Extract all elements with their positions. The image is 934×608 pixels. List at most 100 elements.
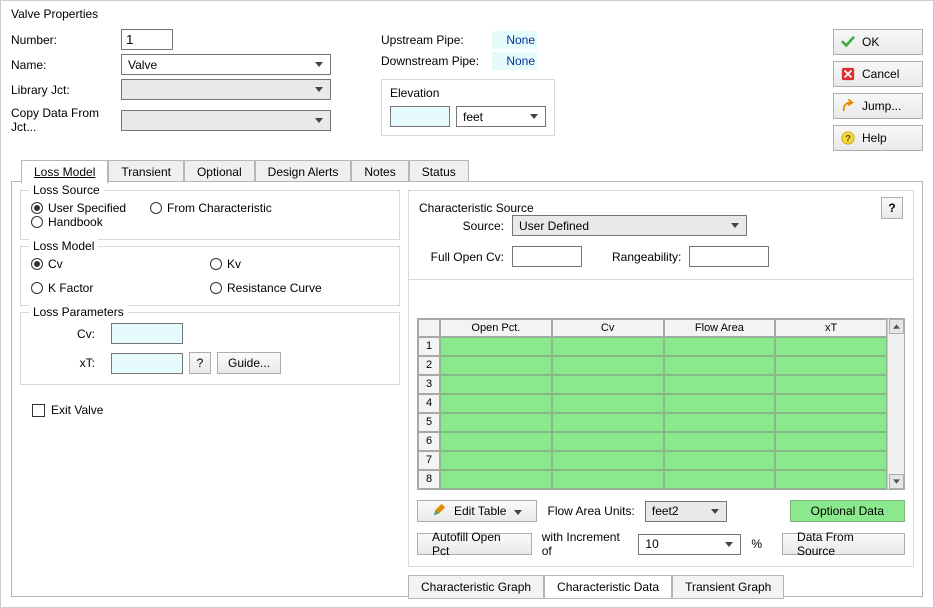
xt-input[interactable]	[111, 353, 183, 374]
source-combo[interactable]: User Defined	[512, 215, 747, 236]
radio-icon	[31, 216, 43, 228]
table-cell[interactable]	[440, 432, 552, 451]
scroll-up-icon[interactable]	[889, 319, 904, 334]
elevation-unit-text: feet	[463, 110, 483, 124]
table-cell[interactable]	[552, 375, 664, 394]
table-cell[interactable]	[775, 375, 887, 394]
radio-from-characteristic[interactable]: From Characteristic	[150, 201, 272, 215]
table-cell[interactable]	[440, 375, 552, 394]
radio-cv[interactable]: Cv	[31, 257, 186, 271]
row-header[interactable]: 8	[418, 470, 440, 489]
row-header[interactable]: 4	[418, 394, 440, 413]
table-cell[interactable]	[775, 451, 887, 470]
autofill-open-pct-button[interactable]: Autofill Open Pct	[417, 533, 532, 555]
table-cell[interactable]	[440, 394, 552, 413]
help-button-label: Help	[862, 131, 887, 145]
table-cell[interactable]	[664, 356, 776, 375]
col-flow-area[interactable]: Flow Area	[664, 319, 776, 337]
radio-handbook[interactable]: Handbook	[31, 215, 103, 229]
help-icon: ?	[840, 130, 856, 146]
name-combo[interactable]: Valve	[121, 54, 331, 75]
table-cell[interactable]	[552, 432, 664, 451]
table-cell[interactable]	[775, 413, 887, 432]
jump-button[interactable]: Jump...	[833, 93, 923, 119]
table-cell[interactable]	[552, 413, 664, 432]
cv-input[interactable]	[111, 323, 183, 344]
table-cell[interactable]	[552, 394, 664, 413]
row-header[interactable]: 6	[418, 432, 440, 451]
row-header[interactable]: 3	[418, 375, 440, 394]
subtab-transient-graph[interactable]: Transient Graph	[672, 575, 784, 599]
exit-valve-check[interactable]: Exit Valve	[32, 403, 400, 417]
row-header[interactable]: 5	[418, 413, 440, 432]
table-cell[interactable]	[775, 394, 887, 413]
table-cell[interactable]	[664, 432, 776, 451]
scroll-down-icon[interactable]	[889, 474, 904, 489]
subtab-characteristic-data[interactable]: Characteristic Data	[544, 575, 672, 599]
radio-resistance-curve[interactable]: Resistance Curve	[210, 281, 365, 295]
table-cell[interactable]	[775, 432, 887, 451]
number-input[interactable]	[121, 29, 173, 50]
percent-label: %	[751, 537, 762, 551]
table-cell[interactable]	[664, 394, 776, 413]
table-cell[interactable]	[664, 470, 776, 489]
col-open-pct[interactable]: Open Pct.	[440, 319, 552, 337]
table-cell[interactable]	[775, 356, 887, 375]
table-cell[interactable]	[664, 451, 776, 470]
elevation-unit-combo[interactable]: feet	[456, 106, 546, 127]
chevron-down-icon	[526, 108, 542, 125]
characteristic-source-help[interactable]: ?	[881, 197, 903, 219]
xt-help-button[interactable]: ?	[189, 352, 211, 374]
guide-button[interactable]: Guide...	[217, 352, 281, 374]
table-cell[interactable]	[775, 337, 887, 356]
full-open-cv-input[interactable]	[512, 246, 582, 267]
ok-button[interactable]: OK	[833, 29, 923, 55]
table-cell[interactable]	[664, 375, 776, 394]
elevation-group: Elevation feet	[381, 79, 555, 136]
check-icon	[840, 34, 856, 50]
table-cell[interactable]	[552, 451, 664, 470]
table-cell[interactable]	[440, 470, 552, 489]
radio-icon	[150, 202, 162, 214]
library-combo[interactable]	[121, 79, 331, 100]
table-controls-row2: Autofill Open Pct with Increment of 10 %…	[417, 530, 905, 558]
row-header[interactable]: 2	[418, 356, 440, 375]
radio-kv[interactable]: Kv	[210, 257, 365, 271]
table-cell[interactable]	[775, 470, 887, 489]
source-combo-text: User Defined	[519, 219, 589, 233]
col-cv[interactable]: Cv	[552, 319, 664, 337]
cancel-button-label: Cancel	[862, 67, 899, 81]
table-scrollbar[interactable]	[887, 319, 904, 489]
edit-table-button[interactable]: Edit Table	[417, 500, 537, 522]
radio-user-specified[interactable]: User Specified	[31, 201, 126, 215]
tab-loss-model[interactable]: Loss Model	[21, 160, 108, 184]
table-cell[interactable]	[552, 356, 664, 375]
row-header[interactable]: 7	[418, 451, 440, 470]
row-header[interactable]: 1	[418, 337, 440, 356]
number-label: Number:	[11, 31, 121, 49]
help-button[interactable]: ? Help	[833, 125, 923, 151]
table-cell[interactable]	[664, 413, 776, 432]
optional-data-button[interactable]: Optional Data	[790, 500, 905, 522]
copy-from-combo[interactable]	[121, 110, 331, 131]
increment-combo[interactable]: 10	[638, 534, 741, 555]
table-cell[interactable]	[440, 356, 552, 375]
col-xt[interactable]: xT	[775, 319, 887, 337]
elevation-input[interactable]	[390, 106, 450, 127]
upstream-value: None	[492, 31, 537, 49]
subtab-characteristic-graph[interactable]: Characteristic Graph	[408, 575, 544, 599]
flow-area-units-text: feet2	[652, 504, 679, 518]
table-cell[interactable]	[440, 413, 552, 432]
rangeability-input[interactable]	[689, 246, 769, 267]
table-cell[interactable]	[552, 337, 664, 356]
table-cell[interactable]	[440, 337, 552, 356]
table-cell[interactable]	[552, 470, 664, 489]
data-from-source-button[interactable]: Data From Source	[782, 533, 905, 555]
flow-area-units-combo[interactable]: feet2	[645, 501, 727, 522]
cancel-button[interactable]: Cancel	[833, 61, 923, 87]
chevron-down-icon	[721, 536, 737, 553]
table-cell[interactable]	[440, 451, 552, 470]
table-cell[interactable]	[664, 337, 776, 356]
arrow-icon	[840, 98, 856, 114]
radio-kfactor[interactable]: K Factor	[31, 281, 186, 295]
